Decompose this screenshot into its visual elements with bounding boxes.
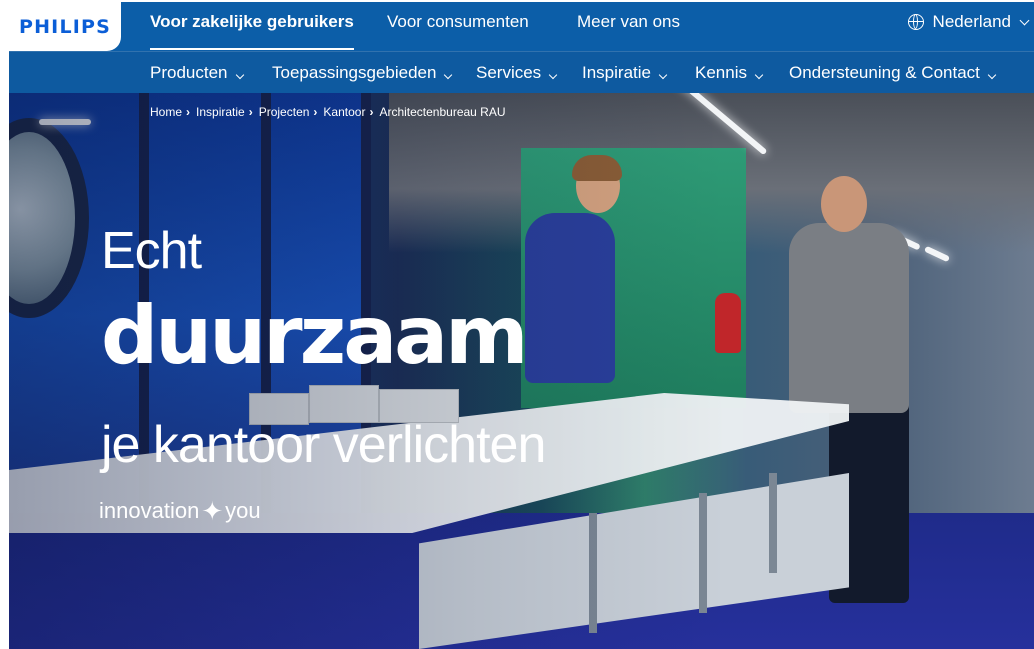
breadcrumb-kantoor[interactable]: Kantoor (323, 105, 365, 119)
nav-item-inspiratie[interactable]: Inspiratie (582, 52, 668, 94)
nav-item-label: Kennis (695, 63, 747, 82)
philips-logo[interactable]: PHILIPS (9, 2, 121, 51)
page: PHILIPS Voor zakelijke gebruikers Voor c… (9, 2, 1034, 649)
breadcrumb-inspiratie[interactable]: Inspiratie (196, 105, 245, 119)
breadcrumb-projecten[interactable]: Projecten (259, 105, 310, 119)
chevron-down-icon (658, 70, 668, 80)
main-nav: Producten Toepassingsgebieden Services I… (9, 51, 1034, 93)
breadcrumb-current: Architectenbureau RAU (379, 105, 506, 119)
nav-item-toepassingsgebieden[interactable]: Toepassingsgebieden (272, 52, 453, 94)
chevron-down-icon (1019, 15, 1030, 25)
nav-item-label: Inspiratie (582, 63, 651, 82)
globe-icon (907, 14, 924, 30)
chevron-down-icon (754, 70, 764, 80)
chevron-down-icon (987, 70, 997, 80)
link-consumers[interactable]: Voor consumenten (387, 2, 529, 51)
breadcrumb-home[interactable]: Home (150, 105, 182, 119)
chevron-down-icon (444, 70, 453, 80)
breadcrumb: Home › Inspiratie › Projecten › Kantoor › Ar… (150, 105, 506, 119)
chevron-down-icon (548, 70, 558, 80)
hero-banner: Home › Inspiratie › Projecten › Kantoor › Ar… (9, 93, 1034, 649)
nav-item-kennis[interactable]: Kennis (695, 52, 764, 94)
nav-item-label: Toepassingsgebieden (272, 63, 437, 82)
logo-text: PHILIPS (18, 15, 112, 38)
breadcrumb-separator: › (313, 105, 318, 119)
nav-item-label: Producten (150, 63, 228, 82)
innovation-you-tagline: innovation ✦ you (99, 498, 261, 524)
tagline-left: innovation (99, 498, 200, 523)
headline-line-2: duurzaam (101, 289, 529, 382)
tagline-right: you (225, 498, 261, 523)
chevron-down-icon (235, 70, 244, 80)
breadcrumb-separator: › (369, 105, 374, 119)
headline-line-1: Echt (101, 222, 202, 280)
breadcrumb-separator: › (186, 105, 191, 119)
nav-item-ondersteuning-contact[interactable]: Ondersteuning & Contact (789, 52, 997, 94)
nav-item-services[interactable]: Services (476, 52, 558, 94)
nav-item-label: Services (476, 63, 542, 82)
sparkle-icon: ✦ (201, 496, 224, 526)
breadcrumb-separator: › (248, 105, 253, 119)
link-more-from-us[interactable]: Meer van ons (577, 2, 680, 51)
language-selector[interactable]: Nederland (907, 2, 1030, 42)
top-bar: PHILIPS Voor zakelijke gebruikers Voor c… (9, 2, 1034, 51)
nav-item-label: Ondersteuning & Contact (789, 63, 980, 82)
language-label: Nederland (932, 12, 1011, 31)
link-business-users[interactable]: Voor zakelijke gebruikers (150, 2, 354, 51)
nav-item-producten[interactable]: Producten (150, 52, 244, 94)
headline-line-3: je kantoor verlichten (101, 416, 546, 474)
